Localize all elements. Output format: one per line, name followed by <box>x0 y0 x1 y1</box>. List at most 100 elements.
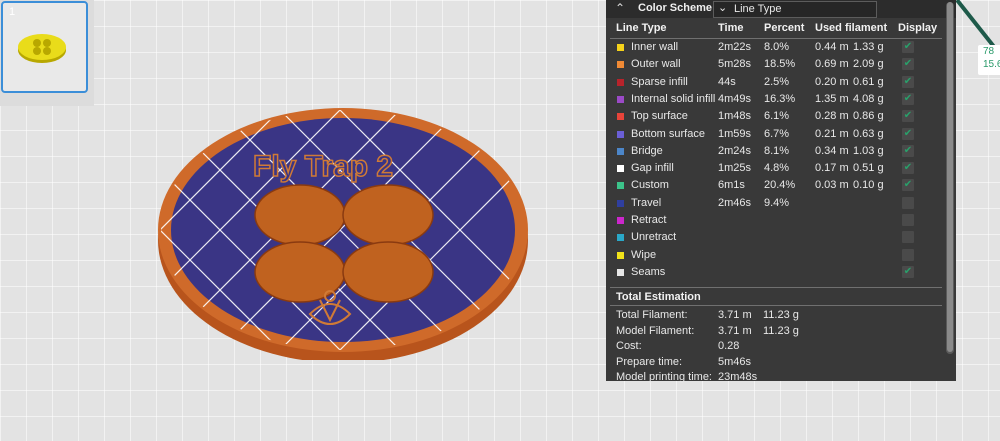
color-swatch <box>617 234 624 242</box>
percent-value: 20.4% <box>764 179 796 192</box>
legend-row: Retract <box>606 213 946 230</box>
plate-thumbnail[interactable]: 1 <box>1 1 88 93</box>
legend-row: Inner wall 2m22s 8.0% 0.44 m 1.33 g ✔ <box>606 40 946 57</box>
estimation-value-secondary: 11.23 g <box>763 324 799 337</box>
filament-weight: 0.63 g <box>853 127 884 140</box>
column-header-line-type: Line Type <box>616 22 667 34</box>
sliced-model-preview[interactable]: Fly Trap 2 <box>150 100 540 360</box>
plate-preview-icon <box>18 34 66 63</box>
line-type-name: Internal solid infill <box>631 92 716 105</box>
estimation-row: Model printing time: 23m48s <box>616 371 936 386</box>
legend-row: Wipe <box>606 248 946 265</box>
legend-row: Internal solid infill 4m49s 16.3% 1.35 m 4.0… <box>606 92 946 109</box>
percent-value: 2.5% <box>764 75 790 88</box>
legend-row: Outer wall 5m28s 18.5% 0.69 m 2.09 g ✔ <box>606 57 946 74</box>
line-type-name: Custom <box>631 179 669 192</box>
display-checkbox[interactable] <box>902 196 914 209</box>
time-value: 6m1s <box>718 179 745 192</box>
line-type-name: Seams <box>631 265 666 278</box>
percent-value: 18.5% <box>764 58 796 71</box>
display-checkbox[interactable] <box>902 214 914 226</box>
checkmark-icon: ✔ <box>903 144 913 156</box>
legend-row: Custom 6m1s 20.4% 0.03 m 0.10 g ✔ <box>606 178 946 195</box>
legend-row: Bottom surface 1m59s 6.7% 0.21 m 0.63 g ✔ <box>606 127 946 144</box>
percent-value: 8.0% <box>764 41 790 53</box>
filament-weight: 0.10 g <box>853 179 884 192</box>
line-type-name: Retract <box>631 214 667 226</box>
estimation-value: 3.71 m <box>718 324 752 337</box>
checkmark-icon: ✔ <box>903 265 913 277</box>
panel-header: ⌃ Color Scheme ⌄ Line Type <box>606 0 956 18</box>
line-type-name: Outer wall <box>631 58 681 71</box>
display-checkbox[interactable]: ✔ <box>902 75 914 88</box>
display-checkbox[interactable]: ✔ <box>902 92 914 105</box>
percent-value: 4.8% <box>764 162 790 175</box>
display-checkbox[interactable]: ✔ <box>902 179 914 192</box>
line-type-name: Gap infill <box>631 162 674 175</box>
color-swatch <box>617 78 624 86</box>
filament-length: 0.34 m <box>815 144 849 157</box>
legend-row: Travel 2m46s 9.4% <box>606 196 946 213</box>
color-swatch <box>617 130 624 138</box>
checkmark-icon: ✔ <box>903 162 913 174</box>
checkmark-icon: ✔ <box>903 179 913 191</box>
color-swatch <box>617 199 624 207</box>
time-value: 2m46s <box>718 196 752 209</box>
legend-row: Bridge 2m24s 8.1% 0.34 m 1.03 g ✔ <box>606 144 946 161</box>
color-scheme-panel: ⌃ Color Scheme ⌄ Line Type Line Type Tim… <box>606 0 956 383</box>
checkmark-icon: ✔ <box>903 75 913 87</box>
model-embossed-text: Fly Trap 2 <box>253 150 393 183</box>
percent-value: 6.1% <box>764 110 790 123</box>
filament-weight: 2.09 g <box>853 58 884 71</box>
estimation-label: Cost: <box>616 340 642 352</box>
legend-row: Unretract <box>606 230 946 247</box>
display-checkbox[interactable]: ✔ <box>902 162 914 175</box>
filament-weight: 0.51 g <box>853 162 884 175</box>
estimation-label: Total Filament: <box>616 309 688 321</box>
display-checkbox[interactable] <box>902 231 914 244</box>
display-checkbox[interactable]: ✔ <box>902 265 914 278</box>
line-type-name: Wipe <box>631 248 657 261</box>
estimation-value: 0.28 <box>718 340 740 352</box>
display-checkbox[interactable]: ✔ <box>902 144 914 157</box>
filament-length: 0.44 m <box>815 41 849 53</box>
display-checkbox[interactable]: ✔ <box>902 58 914 71</box>
checkmark-icon: ✔ <box>903 127 913 139</box>
header-divider <box>610 38 942 39</box>
estimation-label: Model printing time: <box>616 371 712 383</box>
panel-scroll-thumb[interactable] <box>947 2 953 352</box>
percent-value: 16.3% <box>764 92 796 105</box>
line-type-name: Unretract <box>631 231 677 244</box>
filament-weight: 1.33 g <box>853 41 884 53</box>
line-type-name: Sparse infill <box>631 75 688 88</box>
color-swatch <box>617 182 624 190</box>
chevron-down-icon: ⌄ <box>718 2 728 14</box>
legend-row: Gap infill 1m25s 4.8% 0.17 m 0.51 g ✔ <box>606 161 946 178</box>
display-checkbox[interactable] <box>902 248 914 261</box>
plate-list: 1 <box>0 0 94 106</box>
color-swatch <box>617 165 624 173</box>
time-value: 1m59s <box>718 127 752 140</box>
display-checkbox[interactable]: ✔ <box>902 110 914 123</box>
total-divider-top <box>610 287 942 288</box>
filament-length: 0.28 m <box>815 110 849 123</box>
line-type-name: Bridge <box>631 144 663 157</box>
ruler-value-2: 15.6 <box>983 59 1000 70</box>
color-swatch <box>617 113 624 121</box>
color-scheme-value: Line Type <box>734 3 782 15</box>
column-header-display: Display <box>898 22 938 34</box>
display-checkbox[interactable]: ✔ <box>902 41 914 53</box>
column-header-time: Time <box>718 22 744 34</box>
estimation-label: Model Filament: <box>616 324 695 337</box>
time-value: 44s <box>718 75 736 88</box>
filament-length: 0.17 m <box>815 162 849 175</box>
color-scheme-dropdown[interactable]: ⌄ Line Type <box>713 1 877 18</box>
estimation-label: Prepare time: <box>616 355 683 368</box>
total-divider-bottom <box>610 305 942 306</box>
time-value: 2m24s <box>718 144 752 157</box>
collapse-up-icon[interactable]: ⌃ <box>615 1 625 15</box>
filament-length: 1.35 m <box>815 92 849 105</box>
estimation-row: Total Filament: 3.71 m 11.23 g <box>616 309 936 324</box>
color-swatch <box>617 217 624 224</box>
display-checkbox[interactable]: ✔ <box>902 127 914 140</box>
